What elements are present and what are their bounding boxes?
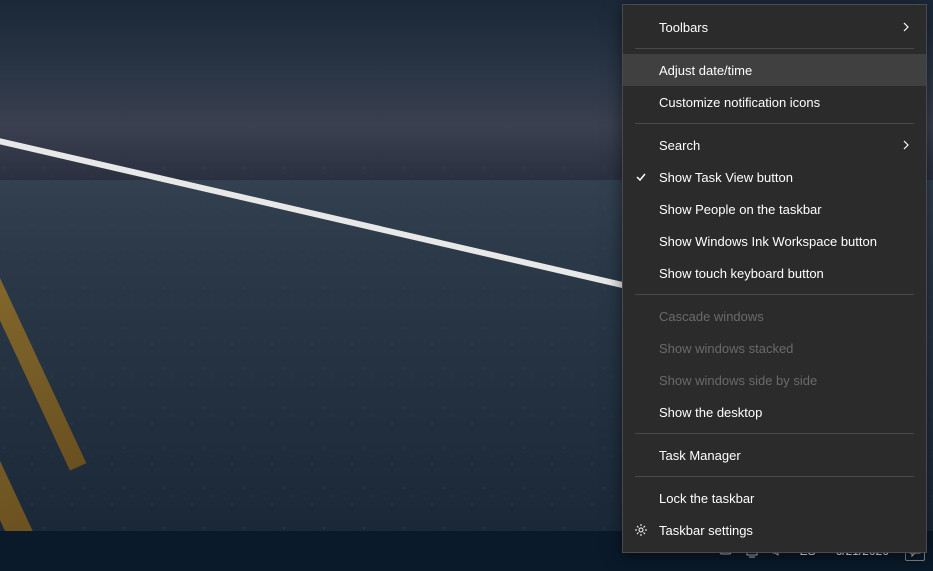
menu-item-label: Show Task View button <box>659 170 793 185</box>
menu-item-label: Search <box>659 138 700 153</box>
menu-item-label: Show People on the taskbar <box>659 202 822 217</box>
menu-separator <box>635 294 914 295</box>
menu-item-taskbar-settings[interactable]: Taskbar settings <box>623 514 926 546</box>
taskbar-context-menu: Toolbars Adjust date/time Customize notifi… <box>622 4 927 553</box>
menu-item-label: Task Manager <box>659 448 741 463</box>
menu-item-show-task-view-button[interactable]: Show Task View button <box>623 161 926 193</box>
menu-item-show-windows-ink-workspace-button[interactable]: Show Windows Ink Workspace button <box>623 225 926 257</box>
menu-item-cascade-windows: Cascade windows <box>623 300 926 332</box>
chevron-right-icon <box>900 139 912 151</box>
menu-separator <box>635 433 914 434</box>
menu-separator <box>635 476 914 477</box>
menu-separator <box>635 48 914 49</box>
menu-item-show-the-desktop[interactable]: Show the desktop <box>623 396 926 428</box>
menu-item-label: Lock the taskbar <box>659 491 754 506</box>
check-icon <box>633 169 649 185</box>
menu-item-customize-notification-icons[interactable]: Customize notification icons <box>623 86 926 118</box>
menu-separator <box>635 123 914 124</box>
chevron-right-icon <box>900 21 912 33</box>
menu-item-label: Show windows stacked <box>659 341 793 356</box>
menu-item-label: Show Windows Ink Workspace button <box>659 234 877 249</box>
menu-item-show-windows-stacked: Show windows stacked <box>623 332 926 364</box>
gear-icon <box>633 522 649 538</box>
menu-item-show-touch-keyboard-button[interactable]: Show touch keyboard button <box>623 257 926 289</box>
menu-item-toolbars[interactable]: Toolbars <box>623 11 926 43</box>
menu-item-adjust-date-time[interactable]: Adjust date/time <box>623 54 926 86</box>
menu-item-label: Show touch keyboard button <box>659 266 824 281</box>
menu-item-label: Adjust date/time <box>659 63 752 78</box>
menu-item-lock-the-taskbar[interactable]: Lock the taskbar <box>623 482 926 514</box>
menu-item-task-manager[interactable]: Task Manager <box>623 439 926 471</box>
menu-item-label: Show the desktop <box>659 405 762 420</box>
menu-item-show-people-on-the-taskbar[interactable]: Show People on the taskbar <box>623 193 926 225</box>
menu-item-label: Cascade windows <box>659 309 764 324</box>
menu-item-label: Customize notification icons <box>659 95 820 110</box>
menu-item-search[interactable]: Search <box>623 129 926 161</box>
menu-item-label: Toolbars <box>659 20 708 35</box>
menu-item-label: Taskbar settings <box>659 523 753 538</box>
menu-item-show-windows-side-by-side: Show windows side by side <box>623 364 926 396</box>
menu-item-label: Show windows side by side <box>659 373 817 388</box>
